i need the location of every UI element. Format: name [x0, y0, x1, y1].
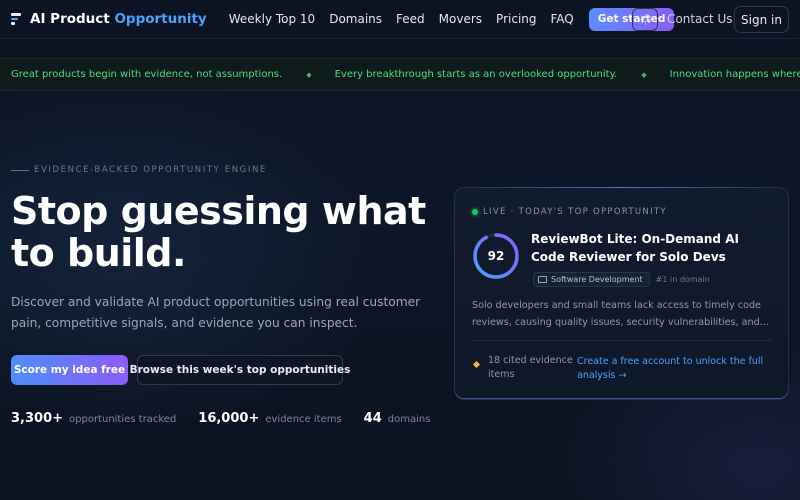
nav-link-faq[interactable]: FAQ — [551, 12, 574, 26]
card-highlight-line — [463, 187, 781, 188]
score-value: 92 — [487, 249, 505, 263]
message-ticker: Great products begin with evidence, not … — [0, 58, 800, 91]
sun-icon — [639, 14, 651, 25]
nav-link-movers[interactable]: Movers — [439, 12, 482, 26]
nav-link-feed[interactable]: Feed — [396, 12, 425, 26]
theme-toggle-button[interactable] — [632, 8, 658, 31]
stat-value: 16,000+ — [198, 411, 260, 426]
eyebrow-line — [11, 169, 29, 171]
domain-rank: #1 in domain — [655, 275, 710, 284]
stat-label: opportunities tracked — [69, 414, 177, 425]
stat-value: 3,300+ — [11, 411, 64, 426]
stat-evidence: 16,000+ evidence items — [198, 411, 341, 426]
hero-subhead: Discover and validate AI product opportu… — [11, 295, 421, 330]
nav-link-domains[interactable]: Domains — [329, 12, 382, 26]
live-label: LIVE · TODAY'S TOP OPPORTUNITY — [483, 207, 667, 217]
logo-text: AI Product Opportunity — [30, 11, 207, 27]
laptop-icon — [538, 276, 547, 283]
card-divider — [472, 340, 772, 341]
stat-opportunities: 3,300+ opportunities tracked — [11, 411, 176, 426]
logo-text-main: AI Product — [30, 11, 115, 27]
unlock-analysis-link[interactable]: Create a free account to unlock the full… — [577, 355, 777, 383]
ticker-separator-icon: ◆ — [641, 70, 647, 79]
tag-row: Software Development #1 in domain — [533, 272, 710, 287]
stat-label: domains — [387, 414, 431, 425]
ticker-separator-icon: ◆ — [306, 70, 312, 79]
nav-link-weekly-top-10[interactable]: Weekly Top 10 — [229, 12, 315, 26]
ticker-item: Great products begin with evidence, not … — [11, 69, 283, 80]
top-navbar: AI Product Opportunity Weekly Top 10 Dom… — [0, 0, 800, 39]
logo-text-accent: Opportunity — [114, 11, 207, 27]
live-dot-icon — [472, 209, 478, 215]
hero-stats: 3,300+ opportunities tracked 16,000+ evi… — [11, 411, 452, 426]
nav-links: Weekly Top 10 Domains Feed Movers Pricin… — [229, 7, 675, 31]
contact-us-link[interactable]: Contact Us — [667, 12, 733, 26]
hero-headline: Stop guessing what to build. — [11, 189, 426, 275]
opportunity-title[interactable]: ReviewBot Lite: On-Demand AI Code Review… — [531, 231, 771, 266]
evidence-count-label: 18 cited evidence items — [488, 355, 573, 380]
top-opportunity-card[interactable]: LIVE · TODAY'S TOP OPPORTUNITY 92 Review… — [454, 187, 789, 400]
ticker-item: Every breakthrough starts as an overlook… — [334, 69, 618, 80]
eyebrow-text: EVIDENCE-BACKED OPPORTUNITY ENGINE — [34, 165, 267, 175]
stat-domains: 44 domains — [364, 411, 431, 426]
opportunity-description: Solo developers and small teams lack acc… — [472, 300, 769, 328]
ticker-track: Great products begin with evidence, not … — [11, 69, 800, 80]
domain-tag[interactable]: Software Development — [533, 272, 650, 287]
score-idea-button[interactable]: Score my idea free — [11, 355, 128, 385]
logo[interactable]: AI Product Opportunity — [11, 11, 207, 27]
hero-eyebrow: EVIDENCE-BACKED OPPORTUNITY ENGINE — [11, 165, 267, 175]
diamond-icon — [472, 360, 481, 369]
sign-in-button[interactable]: Sign in — [734, 6, 789, 33]
domain-tag-label: Software Development — [551, 275, 643, 284]
nav-link-pricing[interactable]: Pricing — [496, 12, 536, 26]
evidence-count: 18 cited evidence items — [472, 354, 576, 382]
stat-value: 44 — [363, 411, 382, 426]
stat-label: evidence items — [265, 414, 342, 425]
logo-icon — [11, 13, 24, 25]
live-indicator: LIVE · TODAY'S TOP OPPORTUNITY — [472, 207, 667, 217]
ticker-item: Innovation happens where techno — [669, 69, 800, 80]
browse-opportunities-button[interactable]: Browse this week's top opportunities — [130, 355, 350, 385]
